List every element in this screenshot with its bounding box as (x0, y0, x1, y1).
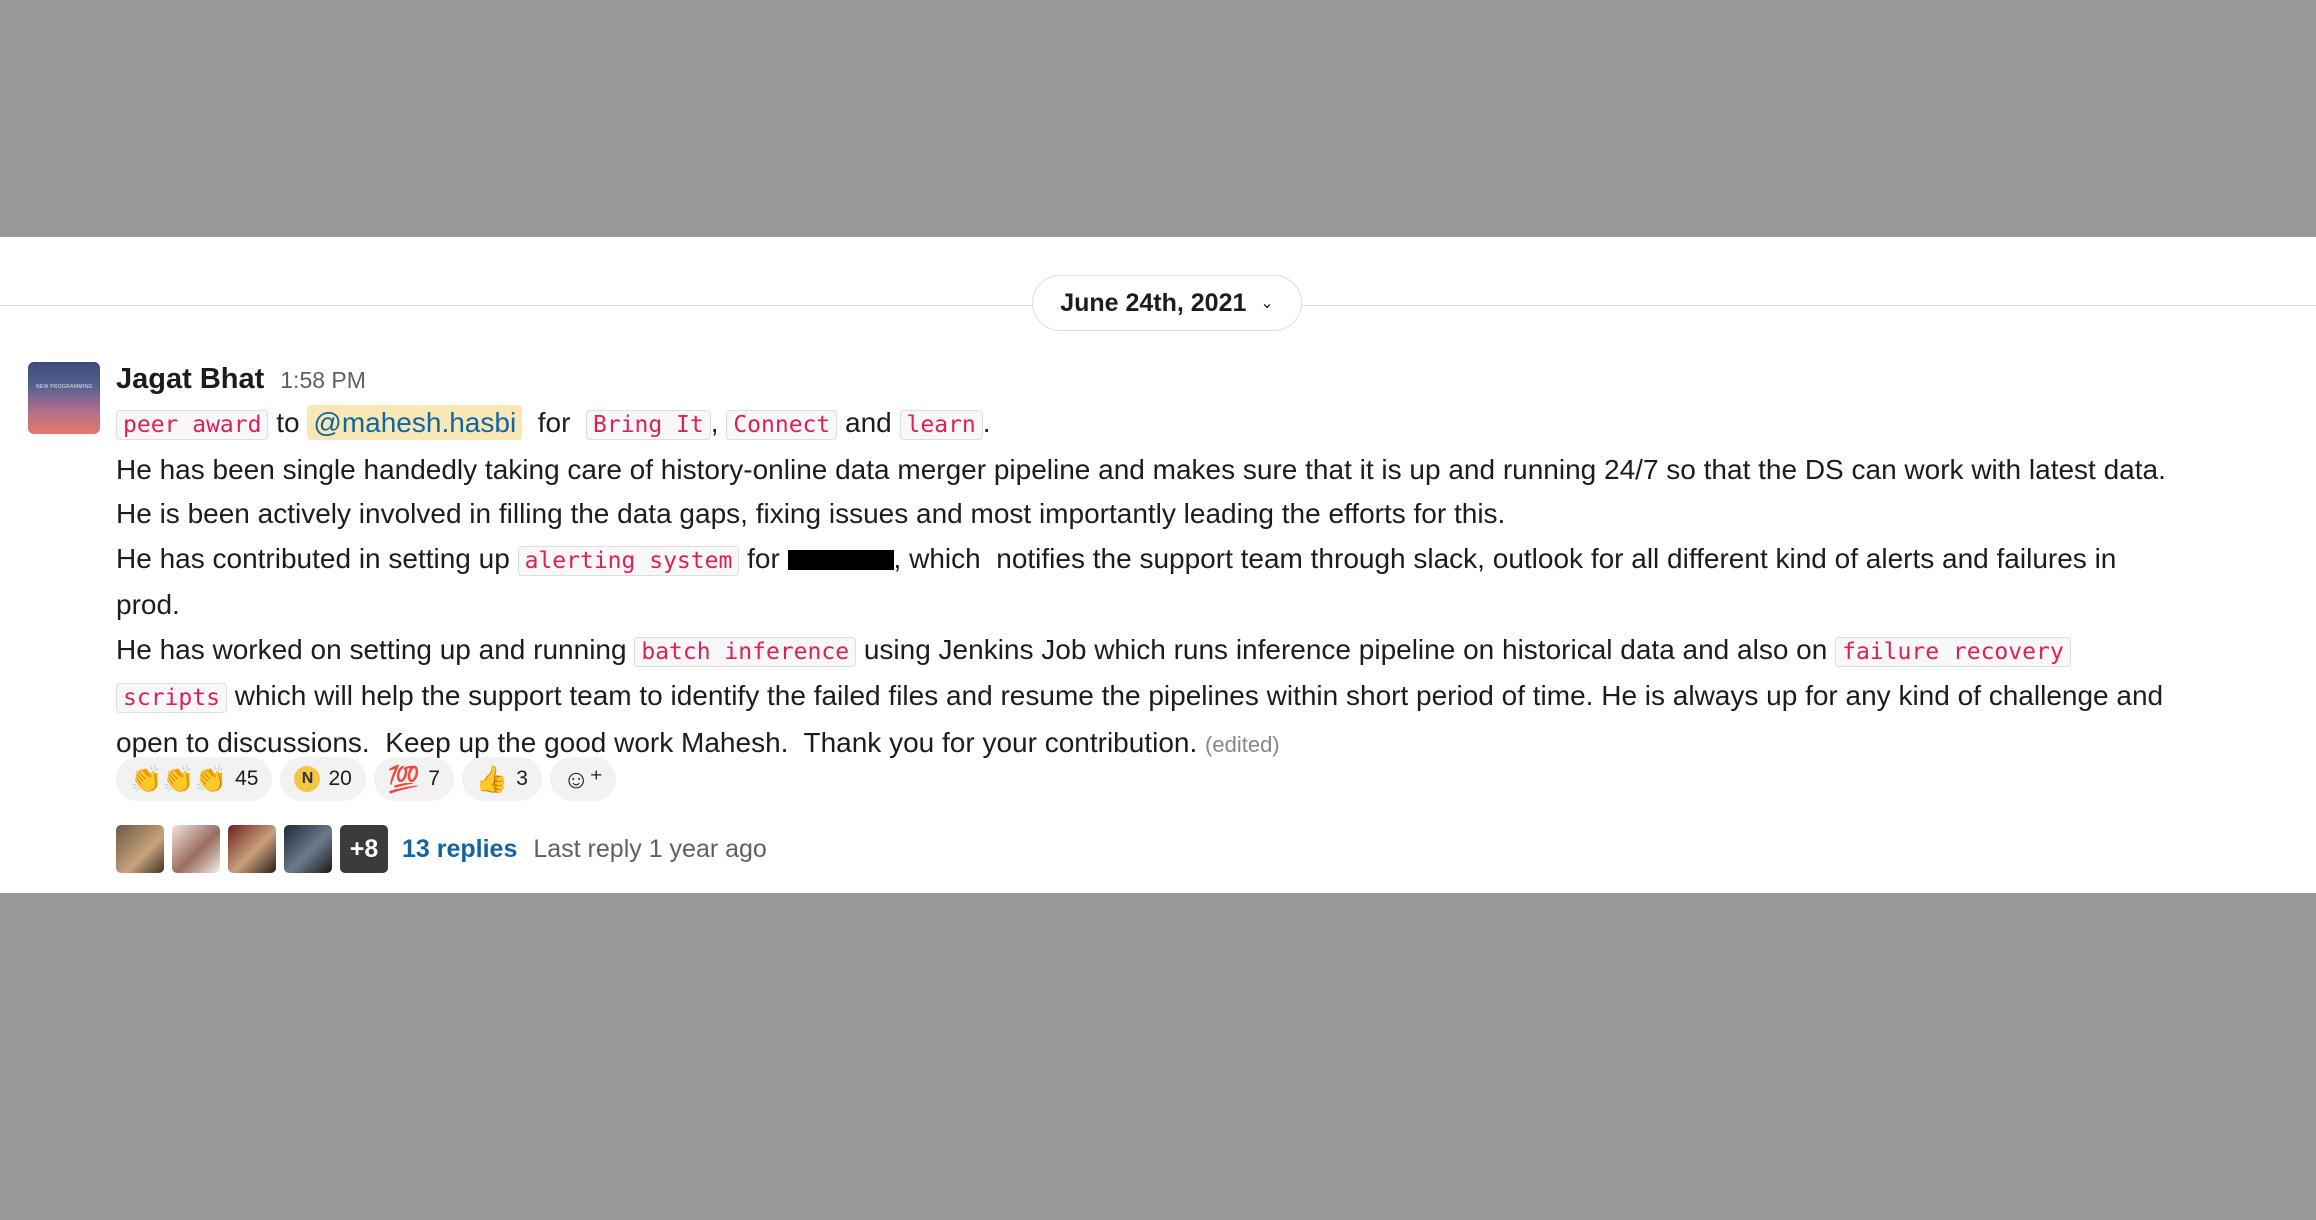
text-closing: open to discussions. Keep up the good wo… (116, 726, 1206, 758)
thread-summary[interactable]: +8 13 replies Last reply 1 year ago (116, 825, 767, 873)
code-learn: learn (899, 410, 983, 440)
text-comma: , (710, 407, 727, 438)
reaction-hundred[interactable]: 💯 7 (373, 757, 454, 801)
message-line-7: scripts which will help the support team… (116, 674, 2296, 721)
reaction-count: 45 (235, 767, 259, 790)
reaction-clap[interactable]: 👏👏👏 45 (116, 757, 273, 801)
message-timestamp[interactable]: 1:58 PM (280, 358, 366, 403)
participant-avatar (228, 825, 276, 873)
more-participants-badge: +8 (340, 825, 388, 873)
text-pre-batch: He has worked on setting up and running (116, 633, 635, 665)
last-reply-text: Last reply 1 year ago (533, 834, 767, 863)
code-batch-inference: batch inference (634, 636, 857, 667)
reaction-count: 3 (516, 767, 528, 790)
add-reaction-button[interactable]: ☺⁺ (549, 757, 616, 801)
code-alerting-system: alerting system (517, 545, 740, 576)
message-line-1: peer award to @mahesh.hasbi for Bring It… (116, 401, 2296, 448)
text-to: to (268, 407, 308, 438)
edited-label: (edited) (1205, 731, 1280, 757)
text-for: for (739, 542, 788, 574)
user-mention[interactable]: @mahesh.hasbi (307, 405, 523, 440)
message-line-4: He has contributed in setting up alertin… (116, 537, 2296, 584)
message-line-2: He has been single handedly taking care … (116, 453, 2166, 485)
redacted-block (787, 549, 894, 570)
participant-avatar (172, 825, 220, 873)
add-emoji-icon: ☺⁺ (562, 764, 604, 794)
message-line-6: He has worked on setting up and running … (116, 628, 2296, 675)
author-name[interactable]: Jagat Bhat (116, 357, 264, 402)
text-pre-alerting: He has contributed in setting up (116, 542, 518, 574)
chevron-down-icon: ⌄ (1260, 295, 1274, 312)
n-badge-icon: N (294, 766, 321, 792)
replies-link[interactable]: 13 replies (402, 835, 517, 864)
message-panel: June 24th, 2021 ⌄ NEW PROGRAMMING Jagat … (0, 237, 2316, 893)
hundred-points-icon: 💯 (387, 764, 421, 794)
message-body: Jagat Bhat 1:58 PM peer award to @mahesh… (116, 357, 2296, 767)
date-divider-button[interactable]: June 24th, 2021 ⌄ (1032, 275, 1302, 331)
participant-avatar (116, 825, 164, 873)
message-line-3: He is been actively involved in filling … (116, 498, 1506, 529)
text-post-scripts: which will help the support team to iden… (226, 680, 2164, 711)
message-header: Jagat Bhat 1:58 PM (116, 357, 2296, 401)
avatar-text: NEW PROGRAMMING (36, 384, 93, 390)
text-period: . (982, 407, 991, 438)
reaction-count: 20 (328, 767, 352, 790)
code-failure-recovery: failure recovery (1835, 636, 2071, 667)
participant-avatar (284, 825, 332, 873)
code-peer-award: peer award (116, 410, 269, 440)
clapping-hands-icon: 👏👏👏 (130, 764, 228, 794)
reaction-n-badge[interactable]: N 20 (280, 757, 366, 801)
date-label: June 24th, 2021 (1060, 288, 1247, 317)
message-line-5: prod. (116, 589, 180, 620)
text-for: for (522, 407, 586, 438)
code-connect: Connect (726, 410, 838, 440)
thumbs-up-icon: 👍 (475, 764, 509, 794)
text-mid-batch: using Jenkins Job which runs inference p… (856, 633, 1836, 665)
reaction-thumbs-up[interactable]: 👍 3 (461, 757, 542, 801)
text-post-alerting: , which notifies the support team throug… (893, 542, 2117, 574)
text-and: and (837, 407, 900, 438)
code-bring-it: Bring It (585, 410, 711, 440)
reactions-bar: 👏👏👏 45 N 20 💯 7 👍 3 ☺⁺ (116, 757, 616, 801)
author-avatar[interactable]: NEW PROGRAMMING (28, 362, 100, 434)
reaction-count: 7 (428, 767, 440, 790)
code-scripts: scripts (116, 683, 227, 713)
